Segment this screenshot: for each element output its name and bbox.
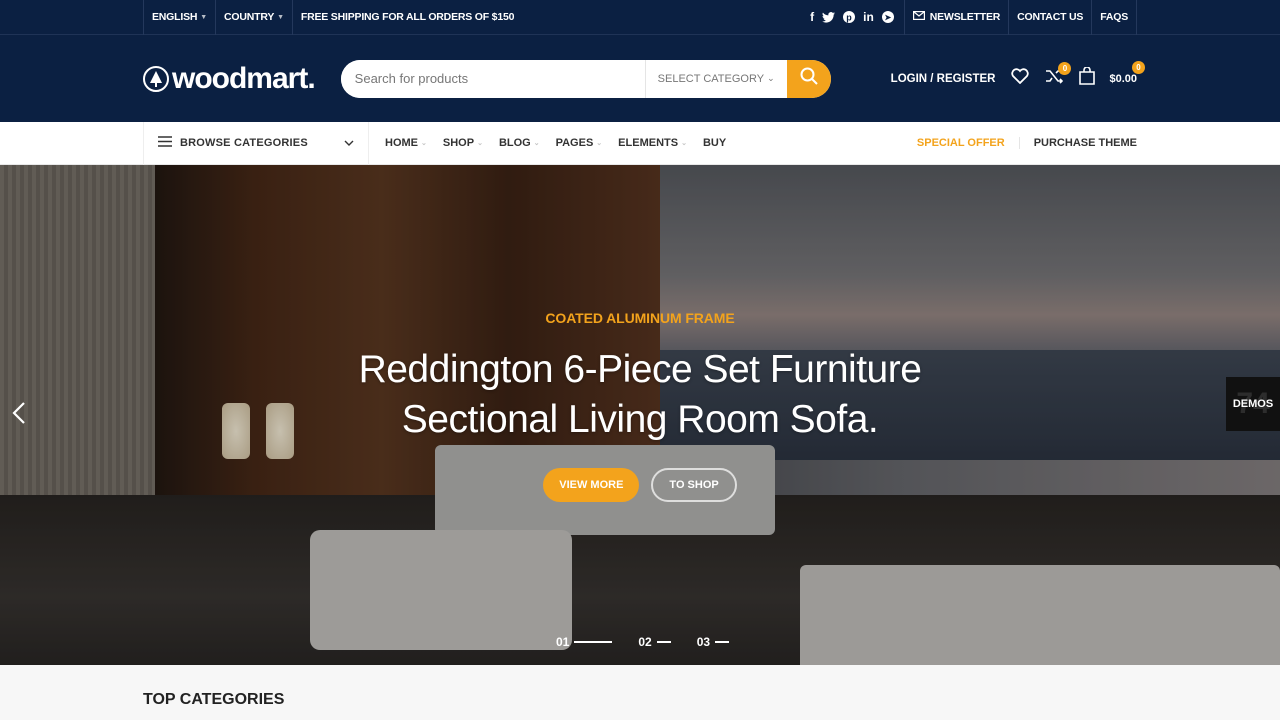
hero-content: COATED ALUMINUM FRAME Reddington 6-Piece… (0, 310, 1280, 502)
country-selector[interactable]: COUNTRY ▼ (216, 0, 293, 35)
hero-slider: COATED ALUMINUM FRAME Reddington 6-Piece… (0, 165, 1280, 665)
telegram-icon[interactable]: ➤ (881, 11, 894, 23)
special-offer-link[interactable]: SPECIAL OFFER (917, 137, 1020, 149)
mail-icon (912, 11, 925, 23)
slide-dot-1[interactable]: 01 (556, 635, 613, 649)
prev-slide-button[interactable] (12, 401, 26, 432)
pinterest-icon[interactable]: p (843, 11, 856, 23)
search-button[interactable] (786, 59, 831, 98)
language-selector[interactable]: ENGLISH ▼ (143, 0, 217, 35)
main-nav: BROWSE CATEGORIES HOME ⌄ SHOP ⌄ BLOG ⌄ PAGE… (0, 121, 1280, 165)
compare-button[interactable]: 0 (1045, 62, 1072, 89)
slide-indicator-line (656, 641, 671, 643)
top-bar: ENGLISH ▼ COUNTRY ▼ FREE SHIPPING FOR ALL … (0, 0, 1280, 35)
chevron-left-icon (12, 401, 26, 431)
wishlist-button[interactable] (1011, 68, 1030, 89)
chevron-down-icon: ⌄ (596, 140, 603, 147)
hamburger-icon (158, 136, 172, 150)
chevron-down-icon: ▼ (200, 13, 208, 21)
menu-label: ELEMENTS (618, 137, 679, 149)
menu-label: BUY (702, 137, 727, 149)
tree-icon (143, 65, 169, 92)
contact-us-link[interactable]: CONTACT US (1009, 0, 1093, 35)
chevron-down-icon (344, 137, 354, 149)
country-label: COUNTRY (224, 11, 275, 23)
search-input[interactable] (340, 59, 645, 98)
logo-text: woodmart. (172, 61, 316, 95)
top-categories-section: TOP CATEGORIES (0, 665, 1280, 720)
search-icon (800, 67, 818, 90)
newsletter-link[interactable]: NEWSLETTER (905, 0, 1010, 35)
linkedin-icon[interactable]: in (863, 10, 874, 24)
section-title: TOP CATEGORIES (143, 691, 285, 708)
hero-title: Reddington 6-Piece Set Furniture Section… (0, 345, 1280, 445)
cart-count-badge: 0 (1132, 61, 1145, 74)
slide-indicator-line (715, 641, 730, 643)
menu-item-elements[interactable]: ELEMENTS ⌄ (618, 137, 687, 149)
menu-label: SHOP (442, 137, 475, 149)
chevron-down-icon: ⌄ (533, 140, 540, 147)
menu-label: HOME (385, 137, 418, 149)
social-links: f p in ➤ (800, 0, 905, 35)
login-register-link[interactable]: LOGIN / REGISTER (891, 73, 996, 85)
menu: HOME ⌄ SHOP ⌄ BLOG ⌄ PAGES ⌄ ELEMENTS ⌄ BUY (385, 137, 726, 149)
slide-number: 03 (696, 635, 711, 649)
logo[interactable]: woodmart. (143, 61, 316, 96)
shipping-notice: FREE SHIPPING FOR ALL ORDERS OF $150 (300, 11, 515, 23)
slide-number: 01 (556, 635, 570, 649)
menu-item-pages[interactable]: PAGES ⌄ (556, 137, 603, 149)
category-select[interactable]: SELECT CATEGORY ⌄ (644, 59, 787, 98)
menu-item-buy[interactable]: BUY (703, 137, 726, 149)
browse-categories-label: BROWSE CATEGORIES (180, 137, 308, 149)
newsletter-label: NEWSLETTER (929, 11, 1001, 23)
faqs-link[interactable]: FAQS (1092, 0, 1137, 35)
hero-title-line: Sectional Living Room Sofa. (401, 398, 879, 441)
demos-button[interactable]: 74 DEMOS (1226, 377, 1280, 431)
heart-icon (1011, 68, 1030, 89)
chevron-down-icon: ⌄ (421, 140, 427, 147)
browse-categories-button[interactable]: BROWSE CATEGORIES (143, 121, 369, 165)
hero-eyebrow: COATED ALUMINUM FRAME (545, 310, 735, 326)
compare-count-badge: 0 (1058, 62, 1072, 75)
chevron-down-icon: ▼ (277, 13, 284, 21)
menu-label: BLOG (498, 137, 531, 149)
slide-indicator-line (574, 641, 613, 643)
main-header: woodmart. SELECT CATEGORY⌄ LOGIN / REGIS… (0, 35, 1280, 122)
slide-dot-2[interactable]: 02 (638, 635, 671, 649)
menu-item-home[interactable]: HOME ⌄ (385, 137, 427, 149)
cart-total: $0.00 (1109, 72, 1137, 85)
demos-label: DEMOS (1232, 398, 1274, 410)
facebook-icon[interactable]: f (810, 10, 814, 24)
menu-item-blog[interactable]: BLOG ⌄ (499, 137, 540, 149)
category-select-label: SELECT CATEGORY (657, 72, 765, 85)
slide-number: 02 (638, 635, 652, 649)
purchase-theme-link[interactable]: PURCHASE THEME (1020, 137, 1137, 149)
svg-text:p: p (846, 13, 852, 23)
chevron-down-icon: ⌄ (477, 140, 483, 147)
view-more-button[interactable]: VIEW MORE (543, 468, 640, 502)
twitter-icon[interactable] (822, 11, 836, 23)
slide-dot-3[interactable]: 03 (696, 635, 730, 649)
hero-title-line: Reddington 6-Piece Set Furniture (358, 348, 922, 391)
cart-button[interactable]: 0 $0.00 (1079, 61, 1145, 90)
language-label: ENGLISH (152, 11, 198, 23)
shopping-bag-icon (1079, 66, 1096, 90)
to-shop-button[interactable]: TO SHOP (651, 468, 737, 502)
search-bar: SELECT CATEGORY⌄ (340, 59, 831, 98)
menu-item-shop[interactable]: SHOP ⌄ (443, 137, 483, 149)
menu-label: PAGES (555, 137, 594, 149)
chevron-down-icon: ⌄ (681, 140, 687, 147)
chevron-down-icon: ⌄ (767, 73, 775, 83)
slide-pagination: 01 02 03 (556, 635, 730, 649)
